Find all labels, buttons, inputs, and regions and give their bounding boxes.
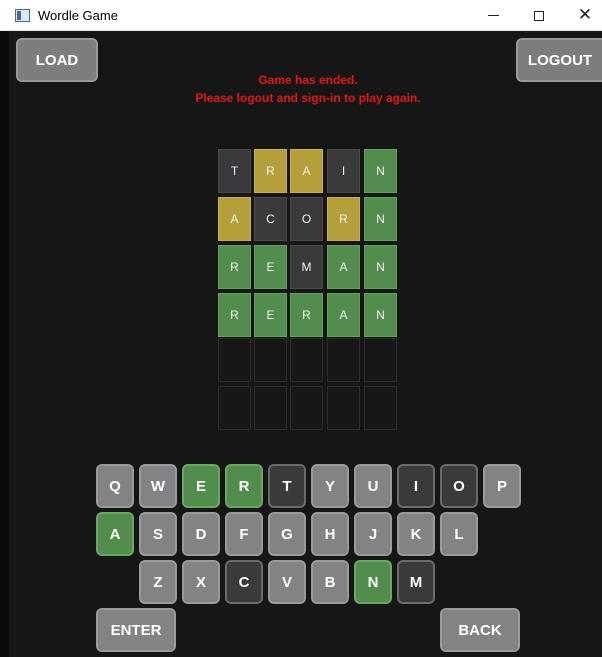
key-s[interactable]: S [139,512,177,556]
grid-tile: O [290,197,323,241]
key-y[interactable]: Y [311,464,349,508]
grid-tile: A [327,245,360,289]
grid-tile: N [364,245,397,289]
window-titlebar: Wordle Game ✕ [0,0,602,31]
key-v[interactable]: V [268,560,306,604]
key-g[interactable]: G [268,512,306,556]
grid-tile: I [327,149,360,193]
grid-tile: R [218,245,251,289]
key-x[interactable]: X [182,560,220,604]
grid-tile: E [254,245,287,289]
key-p[interactable]: P [483,464,521,508]
key-h[interactable]: H [311,512,349,556]
grid-tile: T [218,149,251,193]
load-button[interactable]: LOAD [16,38,98,82]
key-a[interactable]: A [96,512,134,556]
grid-tile: M [290,245,323,289]
maximize-button[interactable] [516,0,562,31]
app-window-icon [15,9,30,22]
close-button[interactable]: ✕ [562,0,602,31]
grid-tile: R [254,149,287,193]
grid-tile [254,386,287,430]
key-q[interactable]: Q [96,464,134,508]
grid-tile [218,338,251,382]
key-n[interactable]: N [354,560,392,604]
grid-tile: R [327,197,360,241]
grid-tile: A [327,293,360,337]
status-message-instruction: Please logout and sign-in to play again. [195,91,421,105]
key-k[interactable]: K [397,512,435,556]
key-z[interactable]: Z [139,560,177,604]
maximize-icon [534,10,544,21]
grid-tile: N [364,149,397,193]
grid-tile [327,338,360,382]
grid-tile [290,386,323,430]
grid-tile: C [254,197,287,241]
grid-tile [290,338,323,382]
grid-tile: A [218,197,251,241]
key-t[interactable]: T [268,464,306,508]
key-i[interactable]: I [397,464,435,508]
grid-tile: E [254,293,287,337]
key-m[interactable]: M [397,560,435,604]
enter-key[interactable]: ENTER [96,608,176,652]
key-j[interactable]: J [354,512,392,556]
status-message-ended: Game has ended. [258,73,358,87]
key-d[interactable]: D [182,512,220,556]
grid-tile [364,338,397,382]
grid-tile: R [218,293,251,337]
grid-tile [364,386,397,430]
key-b[interactable]: B [311,560,349,604]
grid-tile: R [290,293,323,337]
key-w[interactable]: W [139,464,177,508]
left-border [0,31,9,657]
logout-button[interactable]: LOGOUT [516,38,602,82]
grid-tile [218,386,251,430]
key-c[interactable]: C [225,560,263,604]
minimize-button[interactable] [470,0,516,31]
close-icon: ✕ [577,5,593,25]
back-key[interactable]: BACK [440,608,520,652]
key-e[interactable]: E [182,464,220,508]
grid-tile: N [364,197,397,241]
grid-tile [327,386,360,430]
key-u[interactable]: U [354,464,392,508]
grid-tile: N [364,293,397,337]
window-title: Wordle Game [38,8,118,23]
key-l[interactable]: L [440,512,478,556]
minimize-icon [487,15,499,16]
grid-tile: A [290,149,323,193]
grid-tile [254,338,287,382]
key-f[interactable]: F [225,512,263,556]
key-o[interactable]: O [440,464,478,508]
key-r[interactable]: R [225,464,263,508]
